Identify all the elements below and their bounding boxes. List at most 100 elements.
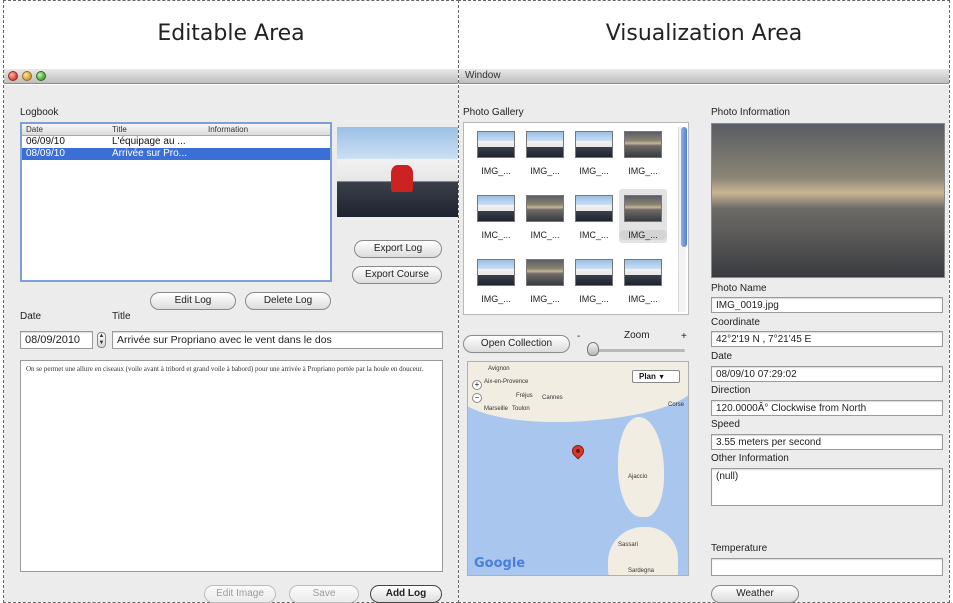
map-label: Ajaccio xyxy=(628,474,648,480)
weather-button[interactable]: Weather xyxy=(711,585,799,603)
thumbnail-caption: IMG_... xyxy=(481,166,511,176)
photo-thumbnail[interactable]: IMG_... xyxy=(521,125,569,179)
sailor-figure xyxy=(390,164,413,192)
thumbnail-image xyxy=(526,131,564,158)
column-header-date[interactable]: Date xyxy=(22,124,108,135)
gallery-scrollbar-thumb[interactable] xyxy=(681,127,687,247)
save-button[interactable]: Save xyxy=(289,585,359,603)
thumbnail-caption: IMG_... xyxy=(579,294,609,304)
map-label: Avignon xyxy=(488,366,510,372)
photo-thumbnail[interactable]: IMG_... xyxy=(570,125,618,179)
thumbnail-image xyxy=(624,195,662,222)
map-label: Cannes xyxy=(542,395,563,401)
map-view[interactable]: Avignon Aix-en-Provence Marseille Toulon… xyxy=(467,361,689,576)
date-label: Date xyxy=(20,311,42,322)
photo-thumbnail[interactable]: IMG_... xyxy=(521,253,569,307)
coordinate-label: Coordinate xyxy=(711,317,760,328)
logbook-table[interactable]: Date Title Information 06/09/10 L'équipa… xyxy=(20,122,332,282)
other-information-field[interactable]: (null) xyxy=(711,468,943,506)
title-field[interactable]: Arrivée sur Propriano avec le vent dans … xyxy=(112,331,443,349)
zoom-slider-track[interactable] xyxy=(591,349,685,352)
map-type-select-value: Plan xyxy=(639,372,656,381)
direction-label: Direction xyxy=(711,385,751,396)
row-info xyxy=(204,148,324,160)
editable-area-heading: Editable Area xyxy=(157,21,305,46)
location-pin-icon[interactable] xyxy=(569,442,587,460)
close-window-icon[interactable] xyxy=(8,71,18,81)
map-zoom-out-icon[interactable]: − xyxy=(472,393,482,403)
row-title: L'équipage au ... xyxy=(112,136,186,147)
thumbnail-image xyxy=(575,195,613,222)
photo-thumbnail[interactable]: IMC_... xyxy=(521,189,569,243)
thumbnail-image xyxy=(624,259,662,286)
delete-log-button[interactable]: Delete Log xyxy=(245,292,331,310)
photo-thumbnail[interactable]: IMC_... xyxy=(472,189,520,243)
map-zoom-in-icon[interactable]: + xyxy=(472,380,482,390)
temperature-field[interactable] xyxy=(711,558,943,576)
thumbnail-image xyxy=(477,195,515,222)
visualization-window: Photo Gallery Photo Information IMG_... … xyxy=(459,85,949,603)
row-title: Arrivée sur Pro... xyxy=(112,148,188,159)
coordinate-field[interactable]: 42°2'19 N , 7°21'45 E xyxy=(711,331,943,347)
row-date: 06/09/10 xyxy=(26,136,65,147)
zoom-plus-label: + xyxy=(681,331,687,342)
zoom-window-icon[interactable] xyxy=(36,71,46,81)
zoom-slider-knob[interactable] xyxy=(587,342,599,356)
window-titlebar xyxy=(4,69,458,84)
thumbnail-image xyxy=(477,131,515,158)
photo-thumbnail[interactable]: IMC_... xyxy=(570,189,618,243)
photo-thumbnail-selected[interactable]: IMG_... xyxy=(619,189,667,243)
map-type-select[interactable]: Plan ▼ xyxy=(632,370,680,383)
photo-thumbnail[interactable]: IMG_... xyxy=(472,125,520,179)
window-titlebar: Window xyxy=(459,69,949,84)
description-textarea[interactable]: On se permet une allure en ciseaux (voil… xyxy=(20,360,443,572)
date-stepper[interactable]: ▲ ▼ xyxy=(97,332,106,348)
chevron-down-icon: ▼ xyxy=(658,374,666,381)
open-collection-button[interactable]: Open Collection xyxy=(463,335,570,353)
thumbnail-caption: IMG_... xyxy=(530,294,560,304)
thumbnail-caption: IMG_... xyxy=(619,230,667,240)
thumbnail-image xyxy=(575,131,613,158)
photo-gallery[interactable]: IMG_... IMG_... IMG_... IMG_... IMC_... … xyxy=(463,122,689,315)
table-header: Date Title Information xyxy=(22,124,330,136)
visualization-area-heading: Visualization Area xyxy=(605,21,803,46)
export-course-button[interactable]: Export Course xyxy=(352,266,442,284)
photo-thumbnail[interactable]: IMG_... xyxy=(619,125,667,179)
map-label: Sardegna xyxy=(628,568,655,574)
zoom-minus-label: - xyxy=(577,331,581,342)
minimize-window-icon[interactable] xyxy=(22,71,32,81)
thumbnail-image xyxy=(526,195,564,222)
table-row[interactable]: 06/09/10 L'équipage au ... xyxy=(22,136,330,148)
editable-area-panel: Editable Area Logbook Date Title Informa… xyxy=(3,0,459,603)
column-header-information[interactable]: Information xyxy=(204,124,324,135)
speed-label: Speed xyxy=(711,419,740,430)
photo-gallery-label: Photo Gallery xyxy=(463,107,524,118)
add-log-button[interactable]: Add Log xyxy=(370,585,442,603)
photo-thumbnail[interactable]: IMG_... xyxy=(472,253,520,307)
visualization-area-panel: Visualization Area Window Photo Gallery … xyxy=(458,0,950,603)
logbook-label: Logbook xyxy=(20,107,59,118)
thumbnail-caption: IMG_... xyxy=(579,166,609,176)
map-label: Toulon xyxy=(512,406,530,412)
google-logo: Google xyxy=(474,556,526,571)
photo-name-field[interactable]: IMG_0019.jpg xyxy=(711,297,943,313)
map-label: Sassari xyxy=(618,542,639,548)
row-date: 08/09/10 xyxy=(26,148,65,159)
export-log-button[interactable]: Export Log xyxy=(354,240,442,258)
direction-field[interactable]: 120.0000Â° Clockwise from North xyxy=(711,400,943,416)
zoom-label: Zoom xyxy=(624,330,650,341)
speed-field[interactable]: 3.55 meters per second xyxy=(711,434,943,450)
date-field[interactable]: 08/09/2010 xyxy=(20,331,93,349)
title-label: Title xyxy=(112,311,131,322)
photo-thumbnail[interactable]: IMG_... xyxy=(619,253,667,307)
edit-log-button[interactable]: Edit Log xyxy=(150,292,236,310)
thumbnail-image xyxy=(624,131,662,158)
column-header-title[interactable]: Title xyxy=(108,124,204,135)
logbook-window: Logbook Date Title Information 06/09/10 … xyxy=(4,85,459,603)
edit-image-button[interactable]: Edit Image xyxy=(204,585,276,603)
table-row-selected[interactable]: 08/09/10 Arrivée sur Pro... xyxy=(22,148,330,160)
log-photo-image[interactable] xyxy=(337,127,459,217)
thumbnail-caption: IMG_... xyxy=(628,294,658,304)
photo-thumbnail[interactable]: IMG_... xyxy=(570,253,618,307)
date-field[interactable]: 08/09/10 07:29:02 xyxy=(711,366,943,382)
